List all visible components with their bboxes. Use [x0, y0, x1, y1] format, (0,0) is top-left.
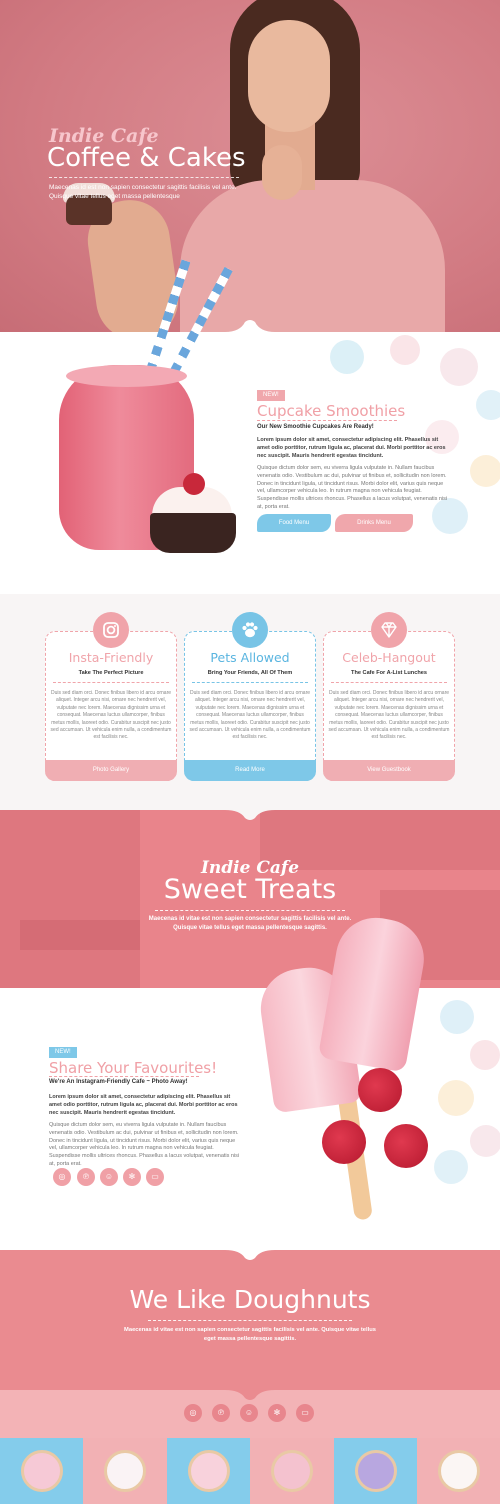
doughnut-image [354, 1450, 397, 1492]
hero-section: Indie Cafe Coffee & Cakes Maecenas id es… [0, 0, 500, 332]
instagram-icon [93, 612, 129, 648]
feature-title: Insta-Friendly [68, 650, 154, 665]
doughnut-image [438, 1450, 480, 1492]
feature-body: Duis sed diam orci. Donec finibus libero… [328, 690, 450, 741]
raspberry [322, 1120, 366, 1164]
new-badge: NEW! [49, 1047, 77, 1058]
smoothie-lead: Lorem ipsum dolor sit amet, consectetur … [257, 437, 446, 459]
gallery-tile[interactable] [83, 1438, 167, 1504]
gallery-tile[interactable] [166, 1438, 251, 1504]
diamond-icon [371, 612, 407, 648]
model-body [180, 180, 445, 332]
feature-divider [53, 682, 169, 683]
snapchat-icon[interactable]: ☺ [240, 1404, 258, 1422]
treats-top-curve [0, 808, 500, 820]
new-badge: NEW! [257, 390, 285, 401]
photo-gallery-button[interactable]: Photo Gallery [45, 760, 177, 781]
feature-body: Duis sed diam orci. Donec finibus libero… [189, 690, 311, 741]
cupcake-raspberry [183, 473, 205, 495]
model-face [248, 20, 330, 132]
macaron-decoration [470, 1125, 500, 1157]
feature-subtitle: Bring Your Friends, All Of Them [207, 670, 293, 676]
pinterest-icon[interactable]: ℗ [212, 1404, 230, 1422]
smoothie-heading: Cupcake Smoothies [257, 402, 406, 420]
instagram-icon[interactable]: ◎ [184, 1404, 202, 1422]
model-hand [262, 145, 302, 200]
treats-title: Sweet Treats [163, 874, 337, 905]
macaron-decoration [440, 1000, 474, 1034]
feature-subtitle: Take The Perfect Picture [78, 670, 144, 676]
read-more-button[interactable]: Read More [184, 760, 316, 781]
hero-title: Coffee & Cakes [47, 143, 246, 173]
gallery-tile[interactable] [417, 1438, 500, 1504]
pinterest-icon[interactable]: ℗ [77, 1168, 95, 1186]
flickr-icon[interactable]: ▭ [146, 1168, 164, 1186]
feature-divider [192, 682, 308, 683]
raspberry [358, 1068, 402, 1112]
smoothie-body: Quisque dictum dolor sem, eu viverra lig… [257, 465, 448, 510]
favourites-heading: Share Your Favourites! [49, 1059, 218, 1077]
macaron-decoration [470, 1040, 500, 1070]
drinks-menu-button[interactable]: Drinks Menu [335, 514, 413, 532]
doughnuts-top-curve [0, 1248, 500, 1260]
favourites-body: Quisque dictum dolor sem, eu viverra lig… [49, 1122, 240, 1167]
smoothie-divider [257, 420, 397, 421]
macaron-decoration [434, 1150, 468, 1184]
doughnuts-subtitle: Maecenas id vitae est non sapien consect… [124, 1327, 376, 1342]
macaron-decoration [476, 390, 500, 420]
snapchat-icon[interactable]: ☺ [100, 1168, 118, 1186]
gallery-tile[interactable] [333, 1438, 417, 1504]
feature-body: Duis sed diam orci. Donec finibus libero… [50, 690, 172, 741]
hero-subtitle: Maecenas id est non sapien consectetur s… [49, 184, 237, 200]
smoothie-bold: Our New Smoothie Cupcakes Are Ready! [257, 424, 374, 430]
cupcake-liner [150, 513, 236, 553]
hero-divider [49, 177, 239, 178]
flickr-icon[interactable]: ▭ [296, 1404, 314, 1422]
treats-divider [155, 910, 345, 911]
gallery-tile[interactable] [0, 1438, 84, 1504]
feature-subtitle: The Cafe For A-List Lunches [351, 670, 427, 676]
gallery-tile[interactable] [250, 1438, 334, 1504]
smoothie-glass-top [66, 365, 187, 387]
macaron-decoration [438, 1080, 474, 1116]
feature-title: Celeb-Hangout [342, 650, 436, 665]
instagram-icon[interactable]: ◎ [53, 1168, 71, 1186]
paw-icon [232, 612, 268, 648]
doughnuts-divider [148, 1320, 352, 1321]
favourites-section [0, 988, 500, 1250]
view-guestbook-button[interactable]: View Guestbook [323, 760, 455, 781]
doughnut-image [104, 1450, 147, 1492]
yelp-icon[interactable]: ✻ [268, 1404, 286, 1422]
doughnut-image [21, 1450, 63, 1492]
doughnut-image [187, 1450, 230, 1492]
raspberry [384, 1124, 428, 1168]
favourites-lead: Lorem ipsum dolor sit amet, consectetur … [49, 1094, 238, 1116]
favourites-bold: We're An Instagram-Friendly Cafe ~ Photo… [49, 1079, 188, 1085]
macaron-decoration [470, 455, 500, 487]
social-band-curve [0, 1388, 500, 1400]
doughnut-image [271, 1450, 314, 1492]
food-menu-button[interactable]: Food Menu [257, 514, 331, 532]
doughnuts-title: We Like Doughnuts [129, 1285, 371, 1314]
macaron-decoration [390, 335, 420, 365]
yelp-icon[interactable]: ✻ [123, 1168, 141, 1186]
macaron-decoration [330, 340, 364, 374]
macaron-decoration [440, 348, 478, 386]
favourites-divider [49, 1076, 199, 1077]
feature-title: Pets Allowed [210, 650, 290, 665]
treats-subtitle: Maecenas id vitae est non sapien consect… [148, 916, 352, 931]
feature-divider [331, 682, 447, 683]
